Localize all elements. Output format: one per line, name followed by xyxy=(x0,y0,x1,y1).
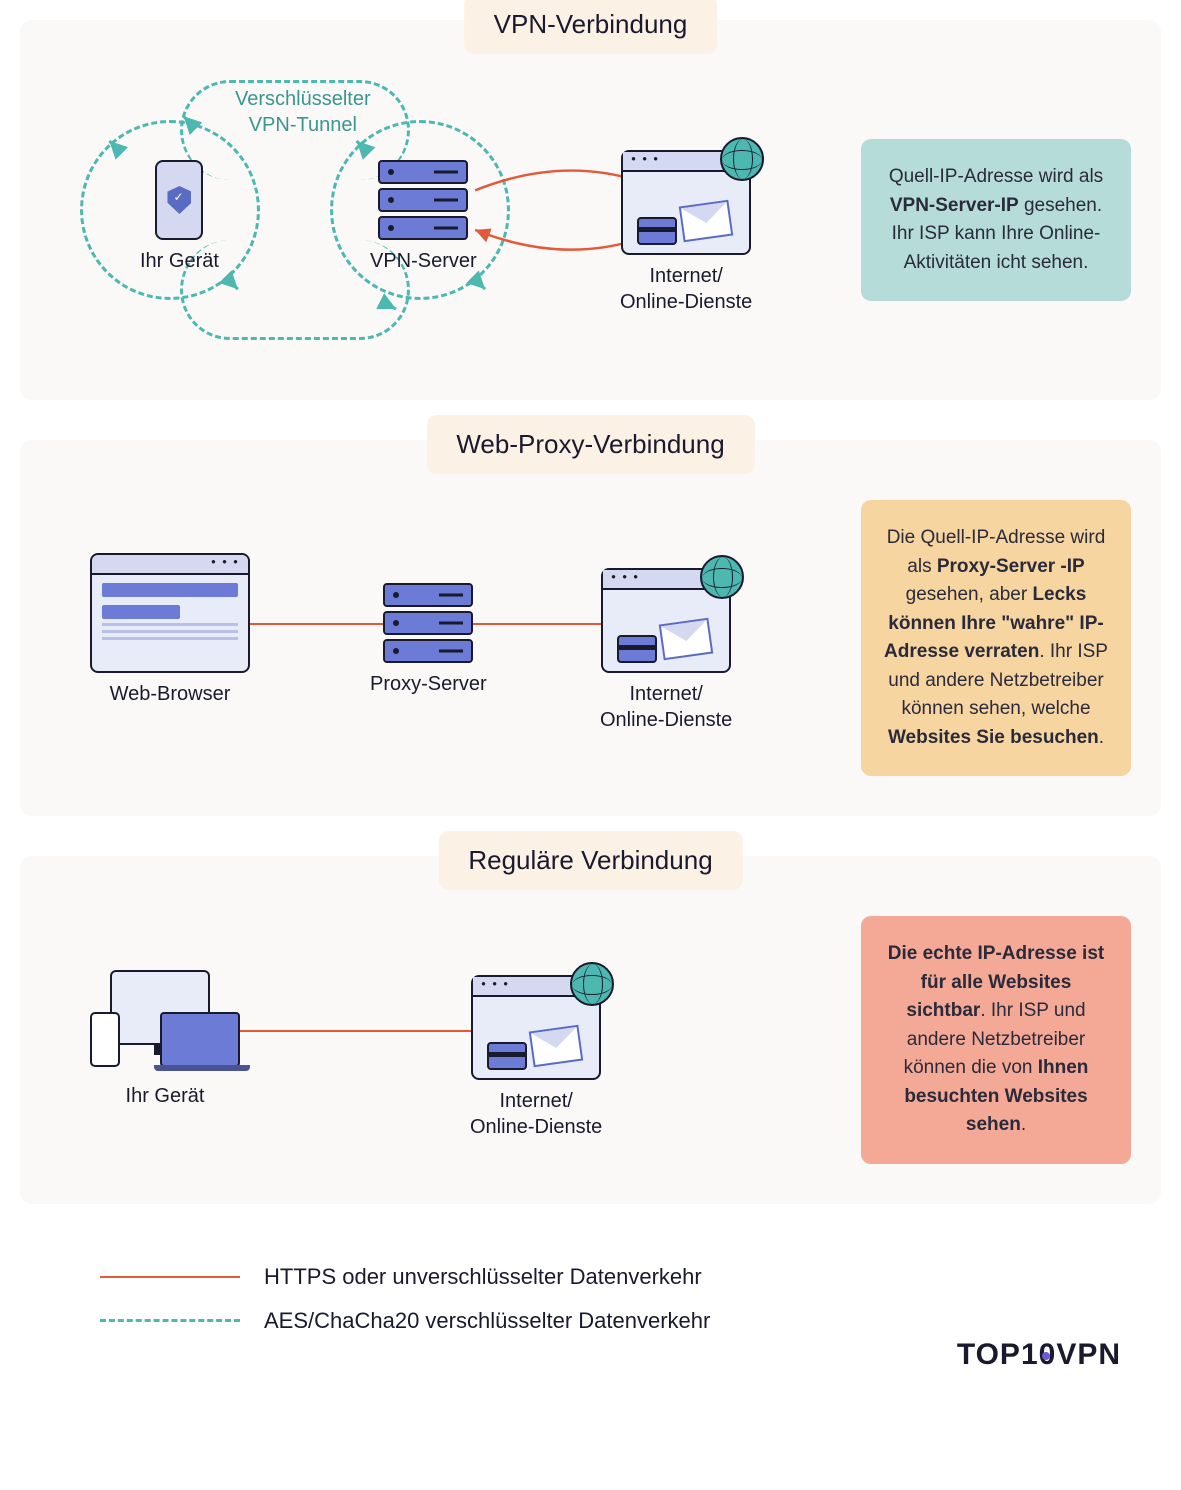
legend-solid: HTTPS oder unverschlüsselter Datenverkeh… xyxy=(100,1264,710,1290)
shield-icon xyxy=(167,186,191,214)
devices-icon xyxy=(90,965,240,1075)
card-icon xyxy=(487,1042,527,1070)
internet-label: Internet/Online-Dienste xyxy=(470,1088,602,1140)
browser-label: Web-Browser xyxy=(90,681,250,707)
proxy-title: Web-Proxy-Verbindung xyxy=(426,415,754,474)
internet-node: Internet/Online-Dienste xyxy=(620,150,752,315)
regular-info-box: Die echte IP-Adresse ist für alle Websit… xyxy=(861,916,1131,1164)
internet-node: Internet/Online-Dienste xyxy=(470,975,602,1140)
vpn-server-node: VPN-Server xyxy=(370,160,477,274)
globe-icon xyxy=(720,137,764,181)
vpn-server-label: VPN-Server xyxy=(370,248,477,274)
regular-diagram: Ihr Gerät Internet/Online-Dienste xyxy=(50,935,841,1145)
proxy-diagram: Web-Browser Proxy-Server Internet/Online… xyxy=(50,523,841,753)
legend-dashed-label: AES/ChaCha20 verschlüsselter Datenverkeh… xyxy=(264,1308,710,1334)
logo: TOP10VPN xyxy=(957,1338,1121,1372)
envelope-icon xyxy=(659,618,714,661)
browser-node: Web-Browser xyxy=(90,553,250,707)
envelope-icon xyxy=(529,1024,584,1067)
globe-icon xyxy=(570,962,614,1006)
device-label: Ihr Gerät xyxy=(140,248,219,274)
phone-icon xyxy=(90,1012,120,1067)
internet-icon xyxy=(621,150,751,255)
internet-label: Internet/Online-Dienste xyxy=(600,681,732,733)
devices-label: Ihr Gerät xyxy=(90,1083,240,1109)
proxy-info-box: Die Quell-IP-Adresse wird als Proxy-Serv… xyxy=(861,500,1131,776)
server-icon xyxy=(383,583,473,663)
proxy-server-label: Proxy-Server xyxy=(370,671,487,697)
internet-node: Internet/Online-Dienste xyxy=(600,568,732,733)
legend-solid-label: HTTPS oder unverschlüsselter Datenverkeh… xyxy=(264,1264,702,1290)
server-icon xyxy=(378,160,468,240)
vpn-section: VPN-Verbindung VerschlüsselterVPN-Tunnel xyxy=(20,20,1161,400)
phone-icon xyxy=(155,160,203,240)
regular-title: Reguläre Verbindung xyxy=(438,831,742,890)
card-icon xyxy=(637,217,677,245)
legend: HTTPS oder unverschlüsselter Datenverkeh… xyxy=(60,1244,750,1372)
proxy-server-node: Proxy-Server xyxy=(370,583,487,697)
legend-dashed: AES/ChaCha20 verschlüsselter Datenverkeh… xyxy=(100,1308,710,1334)
internet-label: Internet/Online-Dienste xyxy=(620,263,752,315)
tunnel-label: VerschlüsselterVPN-Tunnel xyxy=(235,86,371,138)
devices-node: Ihr Gerät xyxy=(90,965,240,1109)
device-node: Ihr Gerät xyxy=(140,160,219,274)
proxy-section: Web-Proxy-Verbindung Web-Browser Proxy-S… xyxy=(20,440,1161,816)
solid-line-icon xyxy=(100,1276,240,1278)
browser-icon xyxy=(90,553,250,673)
footer: HTTPS oder unverschlüsselter Datenverkeh… xyxy=(20,1244,1161,1392)
vpn-info-box: Quell-IP-Adresse wird als VPN-Server-IP … xyxy=(861,139,1131,301)
card-icon xyxy=(617,635,657,663)
globe-icon xyxy=(700,555,744,599)
envelope-icon xyxy=(679,200,734,243)
internet-icon xyxy=(601,568,731,673)
regular-section: Reguläre Verbindung Ihr Gerät Internet/O… xyxy=(20,856,1161,1204)
vpn-title: VPN-Verbindung xyxy=(464,0,718,54)
internet-icon xyxy=(471,975,601,1080)
vpn-diagram: VerschlüsselterVPN-Tunnel Ihr Gerät xyxy=(50,80,841,360)
laptop-icon xyxy=(160,1012,240,1067)
dashed-line-icon xyxy=(100,1319,240,1322)
